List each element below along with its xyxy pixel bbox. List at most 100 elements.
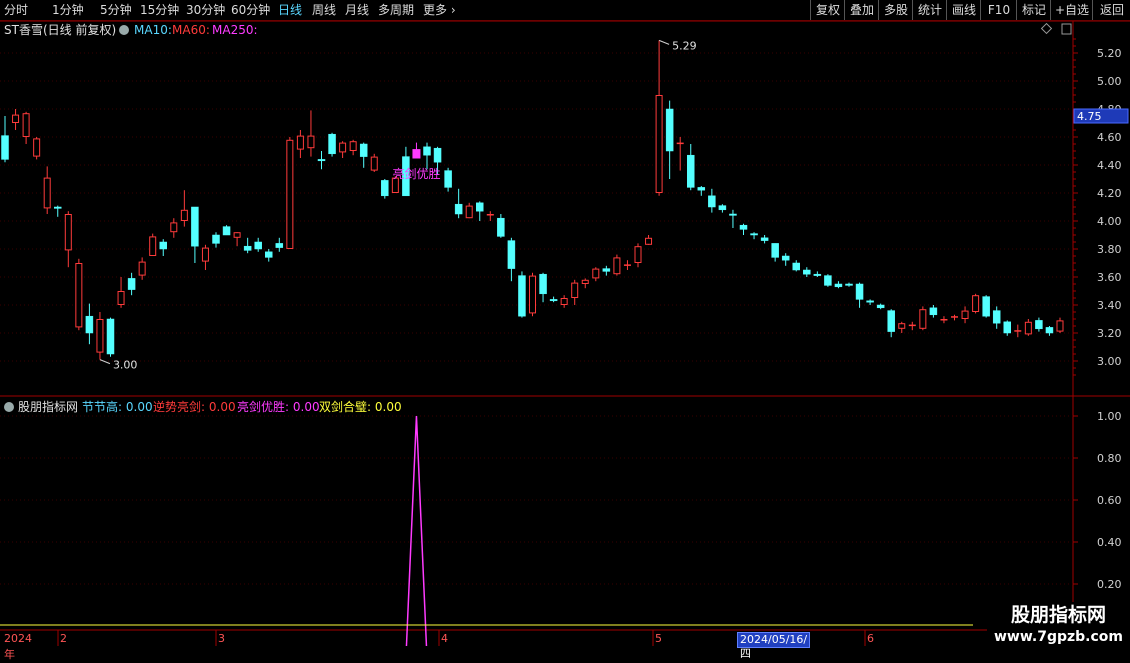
candle-body bbox=[739, 224, 748, 230]
window-icon bbox=[1061, 23, 1072, 35]
candle-body bbox=[201, 247, 209, 262]
cursor-date-badge: 2024/05/16/四 bbox=[737, 632, 811, 660]
candle-body bbox=[1024, 321, 1032, 335]
ind-tick-label: 0.60 bbox=[1097, 494, 1122, 507]
ind-tick-label: 0.80 bbox=[1097, 452, 1122, 465]
candle-body bbox=[433, 147, 442, 163]
candle-body bbox=[750, 233, 758, 236]
candle-body bbox=[645, 237, 653, 245]
month-label-5: 5 bbox=[655, 632, 662, 645]
candle-body bbox=[613, 257, 621, 275]
year-label: 2024年 bbox=[4, 632, 32, 661]
candle-body bbox=[33, 138, 41, 157]
candle-body bbox=[138, 261, 146, 276]
candle-body bbox=[64, 214, 72, 251]
candle-body bbox=[254, 241, 262, 250]
candle-body bbox=[961, 310, 969, 320]
candle-body bbox=[328, 133, 336, 155]
candle-body bbox=[781, 255, 790, 261]
candle-body bbox=[54, 206, 62, 209]
candle-body bbox=[687, 154, 695, 188]
candle-body bbox=[96, 319, 104, 353]
candle-body bbox=[560, 298, 568, 305]
candle-body bbox=[1, 135, 9, 160]
signal-label: 亮剑优胜 bbox=[392, 166, 440, 181]
y-tick-label: 5.00 bbox=[1097, 75, 1122, 88]
candle-body bbox=[370, 156, 378, 171]
candle-body bbox=[803, 269, 811, 275]
ind-tick-label: 0.20 bbox=[1097, 578, 1122, 591]
candle-body bbox=[1045, 327, 1054, 334]
candle-body bbox=[845, 283, 853, 286]
candle-body bbox=[876, 304, 885, 309]
candle-body bbox=[898, 323, 906, 329]
y-tick-label: 4.40 bbox=[1097, 159, 1122, 172]
candle-body bbox=[982, 296, 990, 317]
y-tick-label: 3.00 bbox=[1097, 355, 1122, 368]
candle-body bbox=[760, 237, 769, 241]
candle-body bbox=[191, 206, 199, 247]
candle-body bbox=[951, 316, 958, 318]
month-label-4: 4 bbox=[441, 632, 448, 645]
chart-canvas[interactable]: 5.205.004.804.604.404.204.003.803.603.40… bbox=[0, 0, 1130, 650]
watermark: 股朋指标网 www.7gpzb.com bbox=[987, 602, 1130, 650]
month-label-3: 3 bbox=[218, 632, 225, 645]
candle-body bbox=[676, 142, 684, 145]
candle-body bbox=[423, 146, 431, 156]
candle-body bbox=[729, 213, 737, 216]
y-tick-label: 3.80 bbox=[1097, 243, 1122, 256]
candle-body bbox=[43, 177, 51, 209]
candle-body bbox=[22, 113, 30, 137]
candle-body bbox=[571, 282, 579, 299]
candle-body bbox=[813, 273, 822, 276]
candle-body bbox=[296, 135, 304, 150]
candle-body bbox=[518, 275, 526, 317]
candle-body bbox=[581, 279, 589, 284]
ind-tick-label: 1.00 bbox=[1097, 410, 1122, 423]
candle-body bbox=[708, 195, 716, 208]
candle-body bbox=[940, 319, 948, 321]
candle-body bbox=[381, 180, 389, 197]
candle-body bbox=[159, 241, 167, 250]
candle-body bbox=[919, 309, 927, 329]
candle-body bbox=[265, 251, 273, 258]
candle-body bbox=[349, 141, 357, 151]
high-arrow bbox=[658, 39, 670, 45]
candle-body bbox=[85, 315, 94, 334]
candle-body bbox=[275, 243, 284, 248]
candle-body bbox=[887, 310, 895, 332]
month-label-6: 6 bbox=[867, 632, 874, 645]
low-arrow bbox=[99, 359, 111, 365]
candle-body bbox=[929, 307, 938, 316]
candle-body bbox=[824, 275, 832, 286]
candle-body bbox=[529, 275, 536, 314]
indicator-spike bbox=[405, 415, 428, 647]
candle-body bbox=[1035, 320, 1043, 330]
candle-body bbox=[908, 324, 916, 327]
candle-body bbox=[718, 205, 727, 211]
candle-body bbox=[465, 205, 473, 219]
candle-body bbox=[602, 268, 611, 272]
ind-tick-label: 0.40 bbox=[1097, 536, 1122, 549]
y-tick-label: 4.00 bbox=[1097, 215, 1122, 228]
candle-body bbox=[127, 278, 136, 290]
low-annotation: 3.00 bbox=[113, 359, 138, 372]
candle-body bbox=[170, 222, 178, 233]
candle-body bbox=[486, 214, 494, 216]
candle-body bbox=[222, 226, 231, 236]
candle-body bbox=[549, 299, 558, 302]
candle-body bbox=[623, 264, 631, 266]
candle-body bbox=[12, 114, 20, 123]
y-tick-label: 3.60 bbox=[1097, 271, 1122, 284]
candle-body bbox=[539, 273, 547, 295]
candle-body bbox=[180, 209, 188, 222]
candle-body bbox=[307, 135, 315, 149]
watermark-title: 股朋指标网 bbox=[1010, 604, 1106, 626]
candle-body bbox=[75, 263, 83, 328]
candle-body bbox=[866, 300, 874, 303]
candle-body bbox=[771, 243, 779, 258]
candle-body bbox=[697, 187, 706, 191]
y-tick-label: 4.60 bbox=[1097, 131, 1122, 144]
y-tick-label: 4.20 bbox=[1097, 187, 1122, 200]
candle-body bbox=[792, 262, 800, 271]
